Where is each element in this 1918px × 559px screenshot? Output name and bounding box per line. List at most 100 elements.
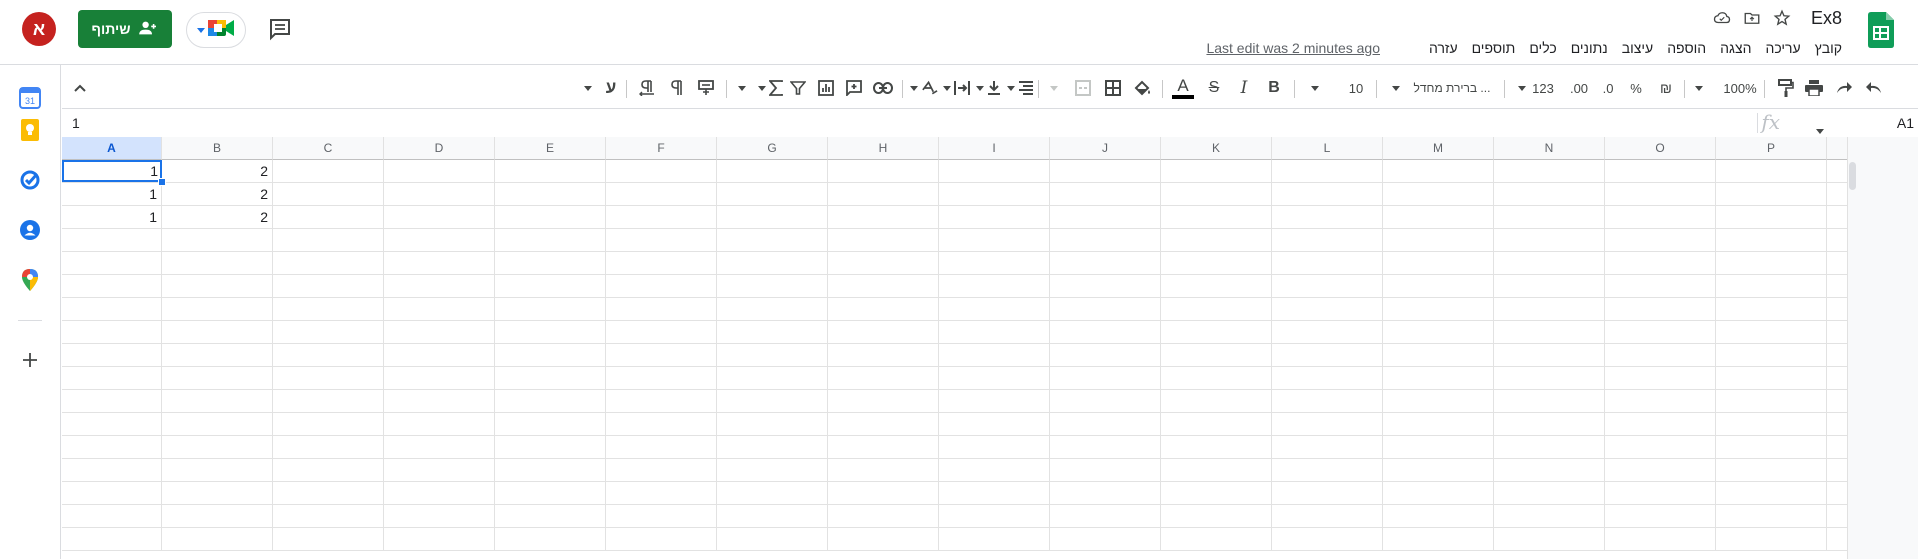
grid-cell[interactable]	[717, 252, 828, 274]
vertical-align-button[interactable]	[974, 72, 1002, 104]
grid-cell[interactable]	[717, 528, 828, 550]
column-header-l[interactable]: L	[1272, 137, 1383, 160]
meet-button[interactable]	[186, 12, 246, 48]
percent-format-button[interactable]: %	[1624, 72, 1648, 104]
grid-cell[interactable]	[1716, 436, 1827, 458]
grid-cell[interactable]	[606, 505, 717, 527]
grid-cell[interactable]	[384, 482, 495, 504]
grid-cell[interactable]	[1383, 505, 1494, 527]
grid-cell[interactable]	[1161, 229, 1272, 251]
name-box[interactable]: A1	[1897, 115, 1914, 131]
grid-cell[interactable]	[62, 298, 162, 320]
share-button[interactable]: שיתוף	[78, 10, 172, 48]
grid-cell[interactable]	[1716, 275, 1827, 297]
font-family-select[interactable]: ברירת מחדל ...	[1384, 72, 1498, 104]
insert-chart-icon[interactable]	[814, 72, 838, 104]
grid-cell[interactable]	[828, 321, 939, 343]
grid-cell[interactable]	[1050, 459, 1161, 481]
grid-cell[interactable]	[1494, 275, 1605, 297]
grid-cell[interactable]	[62, 390, 162, 412]
text-wrap-button[interactable]	[942, 72, 970, 104]
grid-cell[interactable]	[1494, 160, 1605, 182]
grid-cell[interactable]	[1272, 459, 1383, 481]
grid-cell[interactable]	[717, 183, 828, 205]
grid-cell[interactable]	[1494, 482, 1605, 504]
grid-cell[interactable]	[273, 482, 384, 504]
grid-cell[interactable]	[1272, 252, 1383, 274]
grid-cell[interactable]	[1272, 436, 1383, 458]
grid-cell[interactable]	[1383, 436, 1494, 458]
keep-icon[interactable]	[18, 118, 42, 142]
increase-decimal-button[interactable]: .00	[1566, 72, 1592, 104]
grid-cell[interactable]	[1383, 252, 1494, 274]
grid-cell[interactable]	[162, 275, 273, 297]
grid-cell[interactable]	[1161, 436, 1272, 458]
grid-cell[interactable]	[828, 275, 939, 297]
grid-cell[interactable]	[495, 505, 606, 527]
grid-cell[interactable]	[273, 298, 384, 320]
redo-icon[interactable]	[1832, 72, 1856, 104]
grid-cell[interactable]	[62, 229, 162, 251]
grid-cell[interactable]	[939, 344, 1050, 366]
move-folder-icon[interactable]	[1742, 8, 1762, 28]
grid-cell[interactable]	[717, 275, 828, 297]
grid-cell[interactable]	[62, 344, 162, 366]
grid-cell[interactable]: 1	[62, 183, 162, 205]
grid-cell[interactable]	[1161, 367, 1272, 389]
grid-cell[interactable]	[1494, 344, 1605, 366]
functions-button[interactable]	[756, 72, 784, 104]
grid-cell[interactable]	[939, 459, 1050, 481]
grid-cell[interactable]	[717, 344, 828, 366]
grid-cell[interactable]	[62, 459, 162, 481]
menu-tools[interactable]: כלים	[1529, 40, 1556, 56]
grid-cell[interactable]	[162, 505, 273, 527]
grid-cell[interactable]	[717, 390, 828, 412]
grid-cell[interactable]	[162, 528, 273, 550]
grid-cell[interactable]	[1050, 252, 1161, 274]
grid-cell[interactable]	[1716, 390, 1827, 412]
grid-cell[interactable]	[384, 229, 495, 251]
grid-cell[interactable]	[1272, 275, 1383, 297]
grid-cell[interactable]	[717, 367, 828, 389]
grid-cell[interactable]	[273, 344, 384, 366]
grid-cell[interactable]	[828, 528, 939, 550]
grid-cell[interactable]	[939, 367, 1050, 389]
menu-extensions[interactable]: תוספים	[1472, 40, 1516, 56]
grid-cell[interactable]	[1716, 528, 1827, 550]
filter-icon[interactable]	[786, 72, 810, 104]
grid-cell[interactable]	[273, 390, 384, 412]
grid-cell[interactable]	[384, 413, 495, 435]
grid-cell[interactable]	[62, 275, 162, 297]
grid-cell[interactable]	[717, 321, 828, 343]
grid-cell[interactable]	[1605, 482, 1716, 504]
grid-cell[interactable]	[1161, 505, 1272, 527]
grid-cell[interactable]	[162, 252, 273, 274]
grid-cell[interactable]	[384, 459, 495, 481]
grid-cell[interactable]	[384, 298, 495, 320]
column-header-a[interactable]: A	[62, 137, 162, 160]
grid-cell[interactable]	[1494, 367, 1605, 389]
grid-cell[interactable]	[1050, 482, 1161, 504]
contacts-icon[interactable]	[18, 218, 42, 242]
grid-cell[interactable]	[606, 436, 717, 458]
grid-cell[interactable]	[273, 367, 384, 389]
grid-cell[interactable]	[1605, 252, 1716, 274]
grid-cell[interactable]	[1272, 183, 1383, 205]
grid-cell[interactable]	[62, 321, 162, 343]
grid-cell[interactable]	[1494, 436, 1605, 458]
grid-cell[interactable]	[939, 183, 1050, 205]
grid-cell[interactable]	[273, 413, 384, 435]
grid-cell[interactable]: 1	[62, 206, 162, 228]
number-format-select[interactable]: 123	[1512, 72, 1560, 104]
grid-cell[interactable]	[1161, 206, 1272, 228]
column-header-b[interactable]: B	[162, 137, 273, 160]
grid-cell[interactable]	[606, 183, 717, 205]
grid-cell[interactable]	[495, 390, 606, 412]
grid-cell[interactable]	[384, 321, 495, 343]
grid-cell[interactable]	[384, 390, 495, 412]
grid-cell[interactable]	[606, 413, 717, 435]
grid-cell[interactable]	[1716, 160, 1827, 182]
grid-cell[interactable]	[828, 436, 939, 458]
grid-cell[interactable]	[1272, 528, 1383, 550]
grid-cell[interactable]	[939, 482, 1050, 504]
